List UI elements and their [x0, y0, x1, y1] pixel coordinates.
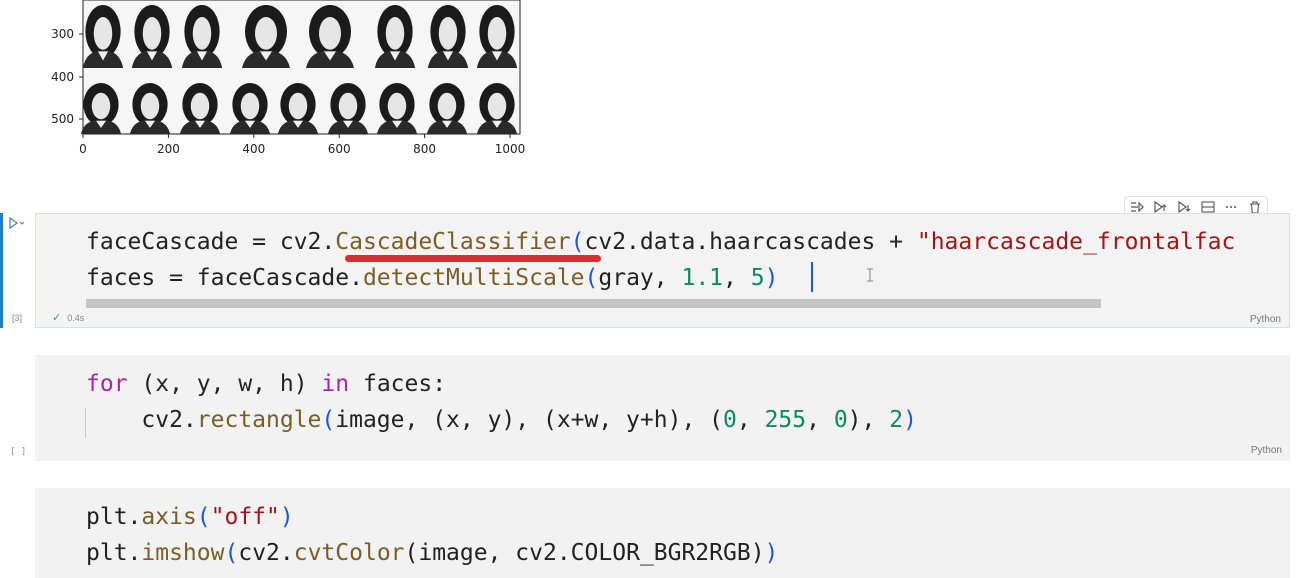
- code-token: imshow: [141, 540, 225, 566]
- portrait-face: [387, 92, 407, 120]
- horizontal-scrollbar[interactable]: [86, 299, 1101, 308]
- code-token: plt.: [86, 540, 142, 566]
- code-token: 1.1: [681, 265, 724, 291]
- code-token: (x, y, w, h): [127, 371, 322, 397]
- portrait-face: [255, 16, 277, 50]
- code-token: (image, cv2.COLOR_BGR2RGB): [404, 540, 765, 566]
- code-token: 2: [889, 407, 904, 433]
- code-token: (: [224, 540, 239, 566]
- code-cell-1[interactable]: Python faceCascade = cv2.CascadeClassifi…: [0, 213, 1296, 328]
- x-tick-label: 1000: [495, 142, 526, 156]
- portrait-face: [142, 16, 162, 50]
- code-line[interactable]: cv2.rectangle(image, (x, y), (x+w, y+h),…: [86, 405, 917, 435]
- code-token: cvtColor: [293, 540, 405, 566]
- code-token: detectMultiScale: [362, 265, 585, 291]
- portrait-face: [288, 92, 308, 120]
- run-cell-icon[interactable]: [9, 215, 25, 231]
- code-token: ): [764, 540, 779, 566]
- code-token: (: [584, 265, 599, 291]
- y-tick-label: 400: [51, 70, 74, 84]
- code-token: ): [764, 265, 779, 291]
- x-tick-label: 800: [413, 142, 436, 156]
- code-token: cv2.data.haarcascades +: [584, 229, 917, 255]
- x-tick-label: 200: [157, 142, 180, 156]
- portrait-face: [240, 92, 260, 120]
- code-token: image, (x, y), (x+w, y+h), (: [335, 407, 723, 433]
- x-tick-label: 0: [79, 142, 87, 156]
- code-token: ,: [736, 407, 765, 433]
- image-plot: 300 400 500 0 200 400 600 800 1000: [51, 0, 525, 156]
- active-cell-indicator: [0, 213, 3, 328]
- indent-guide: [85, 408, 86, 438]
- check-icon: ✓: [52, 312, 62, 324]
- code-token: cv2.: [86, 407, 197, 433]
- code-line[interactable]: plt.axis("off"): [86, 502, 294, 532]
- code-token: CascadeClassifier: [335, 229, 571, 255]
- portrait-face: [385, 16, 405, 50]
- code-token: ),: [847, 407, 890, 433]
- code-token: 255: [764, 407, 807, 433]
- portrait-face: [190, 92, 210, 120]
- code-line[interactable]: faces = faceCascade.detectMultiScale(gra…: [86, 263, 778, 293]
- portrait-face: [487, 92, 507, 120]
- y-tick-label: 300: [51, 27, 74, 41]
- x-ticks: 0 200 400 600 800 1000: [79, 134, 525, 156]
- code-token: plt.: [86, 504, 142, 530]
- code-token: rectangle: [196, 407, 322, 433]
- x-tick-label: 600: [328, 142, 351, 156]
- portrait-face: [140, 92, 160, 120]
- code-token: 5: [750, 265, 765, 291]
- portrait-face: [91, 92, 111, 120]
- code-token: in: [321, 371, 350, 397]
- code-token: "off": [210, 504, 280, 530]
- code-token: faces:: [349, 371, 447, 397]
- code-token: "haarcascade_frontalfac: [916, 229, 1236, 255]
- plot-output: 300 400 500 0 200 400 600 800 1000: [0, 0, 1296, 190]
- portrait-face: [438, 16, 458, 50]
- portrait-face: [93, 16, 113, 50]
- code-line[interactable]: for (x, y, w, h) in faces:: [86, 369, 446, 399]
- code-line[interactable]: plt.imshow(cv2.cvtColor(image, cv2.COLOR…: [86, 538, 778, 568]
- code-token: ,: [806, 407, 834, 433]
- face-row-bottom: [80, 83, 518, 134]
- y-ticks: 300 400 500: [51, 27, 83, 126]
- text-caret: [811, 262, 813, 292]
- y-tick-label: 500: [51, 112, 74, 126]
- execution-status: [3] ✓ 0.4s: [12, 311, 84, 324]
- code-token: ): [903, 407, 917, 433]
- code-token: faceCascade = cv2.: [86, 229, 336, 255]
- execution-time: 0.4s: [67, 312, 85, 323]
- code-token: ,: [723, 265, 751, 291]
- code-line[interactable]: faceCascade = cv2.CascadeClassifier(cv2.…: [86, 227, 1235, 257]
- code-token: gray,: [598, 265, 682, 291]
- code-token: (: [321, 407, 336, 433]
- language-label[interactable]: Python: [1250, 314, 1281, 325]
- portrait-face: [437, 92, 457, 120]
- portrait-face: [319, 16, 341, 50]
- code-cell-2[interactable]: Python for (x, y, w, h) in faces: cv2.re…: [0, 355, 1296, 461]
- portrait-face: [338, 92, 358, 120]
- portrait-face: [487, 16, 507, 50]
- portrait-face: [192, 16, 212, 50]
- ibeam-cursor-icon: [867, 268, 873, 282]
- code-token: cv2.: [238, 540, 294, 566]
- x-tick-label: 400: [242, 142, 265, 156]
- execution-count: [ ]: [10, 447, 27, 457]
- code-cell-3[interactable]: plt.axis("off") plt.imshow(cv2.cvtColor(…: [0, 488, 1296, 578]
- code-token: (: [570, 229, 585, 255]
- execution-count: [3]: [12, 312, 23, 323]
- code-token: 0: [723, 407, 737, 433]
- red-underline-annotation: [345, 255, 601, 262]
- code-token: axis: [141, 504, 197, 530]
- code-token: for: [86, 371, 128, 397]
- code-token: ): [279, 504, 294, 530]
- language-label[interactable]: Python: [1251, 445, 1282, 456]
- code-token: faces = faceCascade.: [86, 265, 363, 291]
- code-token: 0: [833, 407, 848, 433]
- code-token: (: [196, 504, 211, 530]
